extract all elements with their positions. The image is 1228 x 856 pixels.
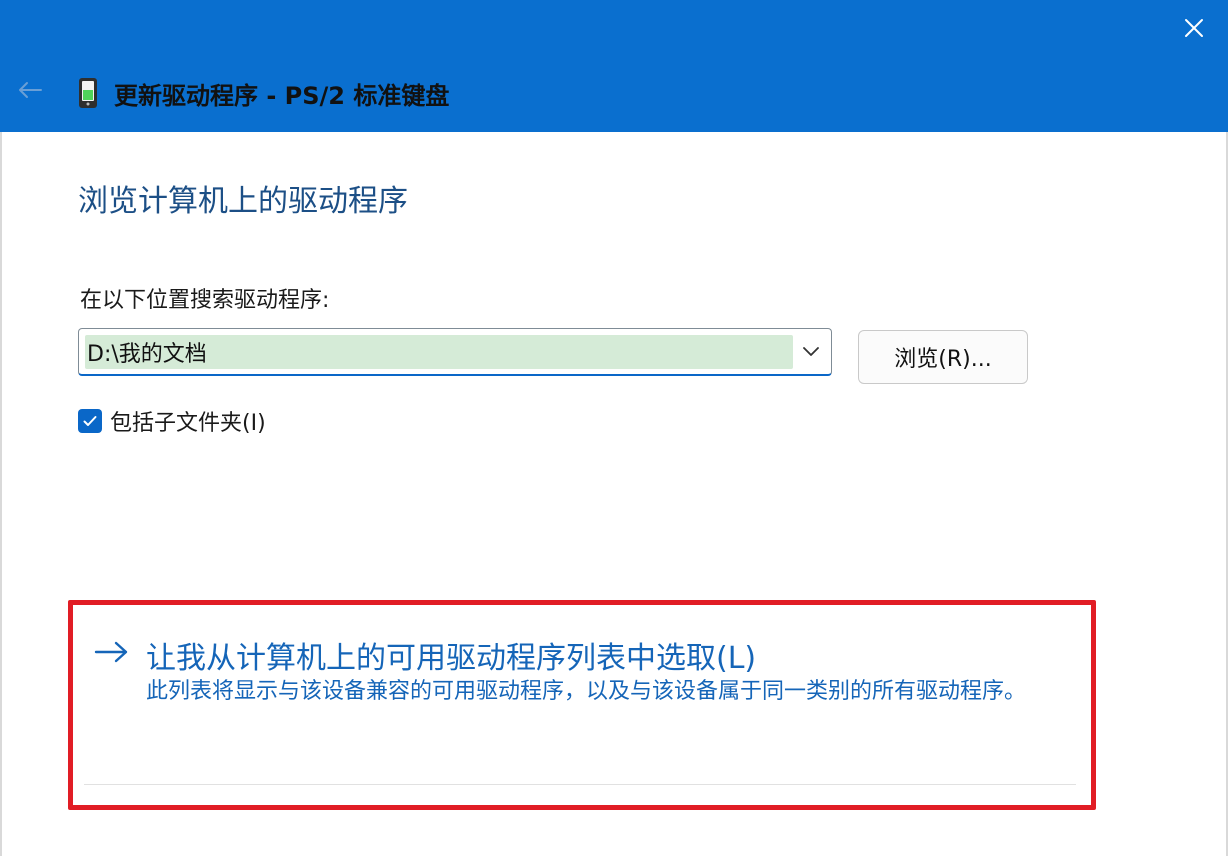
back-button[interactable] [10,74,50,110]
window-title-area: 更新驱动程序 - PS/2 标准键盘 [78,76,449,110]
checkmark-icon [83,412,97,431]
pick-from-list-option[interactable]: 让我从计算机上的可用驱动程序列表中选取(L) 此列表将显示与该设备兼容的可用驱动… [76,608,1088,802]
back-arrow-icon [17,80,43,104]
option-divider [84,784,1076,785]
include-subfolders-checkbox[interactable] [78,409,102,433]
close-icon [1184,18,1204,42]
browse-button[interactable]: 浏览(R)... [858,330,1028,384]
include-subfolders-row[interactable]: 包括子文件夹(I) [78,406,266,436]
title-bar [0,0,1228,132]
close-button[interactable] [1174,10,1214,50]
path-dropdown-button[interactable] [797,337,825,365]
include-subfolders-label: 包括子文件夹(I) [110,411,266,436]
keyboard-device-icon [78,77,98,109]
window-title: 更新驱动程序 - PS/2 标准键盘 [114,81,450,110]
arrow-right-icon [92,638,132,666]
search-location-label: 在以下位置搜索驱动程序: [80,288,330,313]
chevron-down-icon [803,342,819,361]
page-title: 浏览计算机上的驱动程序 [78,184,408,219]
path-combobox[interactable] [78,328,832,376]
option-description: 此列表将显示与该设备兼容的可用驱动程序，以及与该设备属于同一类别的所有驱动程序。 [146,679,1027,704]
path-input[interactable] [85,335,793,369]
option-title: 让我从计算机上的可用驱动程序列表中选取(L) [146,641,757,676]
